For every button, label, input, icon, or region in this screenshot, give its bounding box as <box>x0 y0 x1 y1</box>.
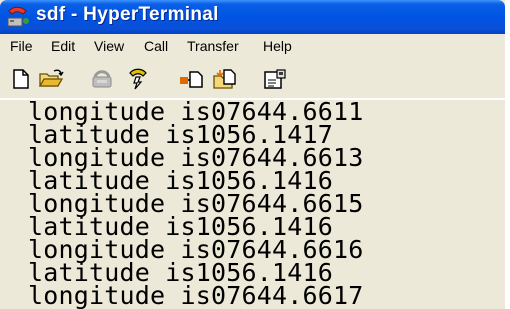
menu-bar: File Edit View Call Transfer Help <box>0 34 505 60</box>
disconnect-icon[interactable] <box>126 68 150 90</box>
menu-view[interactable]: View <box>94 38 124 54</box>
window-title: sdf - HyperTerminal <box>36 4 219 25</box>
toolbar <box>0 60 505 98</box>
terminal-line: longitude is07644.6617 <box>28 281 364 309</box>
hyperterminal-icon[interactable] <box>6 6 30 28</box>
properties-icon[interactable] <box>262 68 288 90</box>
menu-transfer[interactable]: Transfer <box>187 38 239 54</box>
menu-edit[interactable]: Edit <box>51 38 75 54</box>
connect-icon[interactable] <box>90 68 116 90</box>
menu-file[interactable]: File <box>10 38 33 54</box>
terminal-output[interactable]: longitude is07644.6611 latitude is1056.1… <box>0 98 505 309</box>
hyperterminal-window: sdf - HyperTerminal File Edit View Call … <box>0 0 505 309</box>
receive-icon[interactable] <box>212 68 238 90</box>
new-icon[interactable] <box>10 68 32 90</box>
title-bar[interactable]: sdf - HyperTerminal <box>0 0 505 34</box>
send-icon[interactable] <box>178 68 204 90</box>
open-icon[interactable] <box>38 68 64 90</box>
menu-call[interactable]: Call <box>144 38 168 54</box>
menu-help[interactable]: Help <box>263 38 292 54</box>
